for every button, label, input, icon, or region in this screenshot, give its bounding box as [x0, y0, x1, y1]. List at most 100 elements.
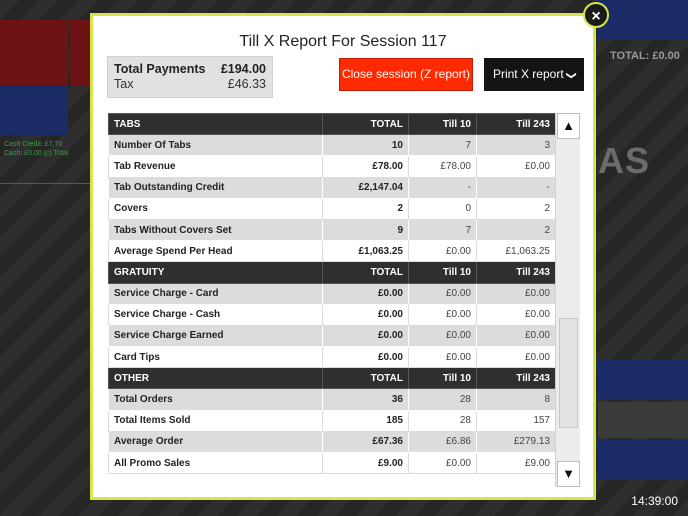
- row-value: 2: [322, 197, 409, 220]
- row-label: Average Order: [108, 430, 323, 454]
- table-row: All Promo Sales £9.00 £0.00 £9.00: [108, 451, 555, 475]
- row-value: £0.00: [476, 282, 555, 305]
- row-value: 3: [476, 134, 555, 157]
- table-row: Service Charge - Cash £0.00 £0.00 £0.00: [108, 303, 555, 326]
- row-value: 2: [476, 197, 555, 220]
- report-table-container[interactable]: TABS TOTAL Till 10 Till 243 Number Of Tabs 10…: [108, 113, 555, 490]
- table-row: Service Charge Earned £0.00 £0.00 £0.00: [108, 324, 555, 348]
- close-icon[interactable]: ×: [583, 2, 609, 28]
- row-value: 0: [408, 197, 477, 220]
- summary-box: Total Payments £194.00 Tax £46.33: [107, 56, 273, 98]
- header-cell: Till 10: [408, 367, 477, 390]
- row-value: -: [408, 176, 477, 199]
- print-button-label: Print X report: [492, 67, 564, 81]
- row-value: £0.00: [476, 155, 555, 178]
- row-value: £279.13: [476, 430, 555, 454]
- row-value: 7: [408, 134, 477, 157]
- row-value: 9: [322, 218, 409, 242]
- close-session-button[interactable]: Close session (Z report): [339, 58, 473, 91]
- row-label: Total Items Sold: [108, 409, 323, 432]
- row-value: £0.00: [322, 346, 409, 369]
- header-cell: OTHER: [108, 367, 323, 390]
- print-x-report-button[interactable]: Print X report ❯: [484, 58, 584, 91]
- header-cell: Till 243: [476, 261, 555, 284]
- row-value: £0.00: [408, 303, 477, 326]
- table-row: Tabs Without Covers Set 9 7 2: [108, 218, 555, 242]
- row-value: 28: [408, 388, 477, 411]
- row-value: £0.00: [408, 451, 477, 475]
- row-value: £2,147.04: [322, 176, 409, 199]
- scrollbar[interactable]: ▲ ▼: [555, 113, 580, 487]
- scroll-down-icon[interactable]: ▼: [557, 461, 580, 487]
- row-value: £0.00: [408, 324, 477, 348]
- header-cell: Till 10: [408, 261, 477, 284]
- row-label: Total Orders: [108, 388, 323, 411]
- row-value: 10: [322, 134, 409, 157]
- row-value: £67.36: [322, 430, 409, 454]
- bg-tile: [70, 20, 90, 85]
- table-row: Tab Outstanding Credit £2,147.04- -: [108, 176, 555, 199]
- row-value: £9.00: [476, 451, 555, 475]
- row-label: Average Spend Per Head: [108, 240, 323, 263]
- header-cell: TABS: [108, 113, 323, 136]
- row-value: £0.00: [476, 303, 555, 326]
- row-value: 8: [476, 388, 555, 411]
- row-label: Service Charge - Cash: [108, 303, 323, 326]
- row-value: £0.00: [408, 282, 477, 305]
- scroll-up-icon[interactable]: ▲: [557, 113, 580, 139]
- row-value: 7: [408, 218, 477, 242]
- section-header: TABS TOTAL Till 10 Till 243: [108, 113, 555, 136]
- row-label: Tab Revenue: [108, 155, 323, 178]
- tax-value: £46.33: [227, 77, 266, 91]
- section-header: OTHER TOTAL Till 10 Till 243: [108, 367, 555, 390]
- report-table: TABS TOTAL Till 10 Till 243 Number Of Tabs 10…: [108, 113, 555, 475]
- row-value: £0.00: [322, 303, 409, 326]
- row-value: £78.00: [322, 155, 409, 178]
- row-label: Number Of Tabs: [108, 134, 323, 157]
- row-value: 28: [408, 409, 477, 432]
- total-payments-label: Total Payments: [114, 62, 206, 76]
- row-value: £1,063.25: [322, 240, 409, 263]
- bg-tile: [598, 360, 688, 400]
- row-value: £0.00: [322, 282, 409, 305]
- row-label: Service Charge Earned: [108, 324, 323, 348]
- row-value: £78.00: [408, 155, 477, 178]
- header-cell: TOTAL: [322, 261, 409, 284]
- table-row: Average Spend Per Head £1,063.25 £0.00 £1,0…: [108, 240, 555, 263]
- scroll-thumb[interactable]: [559, 318, 578, 428]
- total-payments-value: £194.00: [220, 62, 266, 76]
- header-cell: TOTAL: [322, 113, 409, 136]
- bg-tile: [598, 0, 688, 40]
- clock: 14:39:00: [631, 494, 678, 508]
- row-label: All Promo Sales: [108, 451, 323, 475]
- row-value: -: [476, 176, 555, 199]
- bg-tile: [0, 20, 68, 85]
- row-value: 185: [322, 409, 409, 432]
- table-row: Covers 2 0 2: [108, 197, 555, 220]
- row-value: £6.86: [408, 430, 477, 454]
- row-value: £0.00: [476, 346, 555, 369]
- background-total: TOTAL: £0.00: [610, 50, 680, 62]
- table-row: Average Order £67.36 £6.86 £279.13: [108, 430, 555, 454]
- bg-tile: [0, 85, 68, 135]
- bg-tile: [598, 402, 688, 438]
- table-row: Number Of Tabs 10 7 3: [108, 134, 555, 157]
- chevron-down-icon: ❯: [565, 71, 577, 80]
- row-label: Covers: [108, 197, 323, 220]
- row-value: £0.00: [476, 324, 555, 348]
- x-report-modal: Till X Report For Session 117 Total Paym…: [90, 13, 596, 500]
- row-value: £0.00: [408, 240, 477, 263]
- row-value: 2: [476, 218, 555, 242]
- table-row: Total Orders 36 28 8: [108, 388, 555, 411]
- row-value: 36: [322, 388, 409, 411]
- row-label: Tabs Without Covers Set: [108, 218, 323, 242]
- header-cell: GRATUITY: [108, 261, 323, 284]
- header-cell: Till 10: [408, 113, 477, 136]
- row-value: £0.00: [408, 346, 477, 369]
- background-status: Cash Credit: £7.70 Cash: £0.00 (c) Total: [4, 141, 69, 157]
- section-header: GRATUITY TOTAL Till 10 Till 243: [108, 261, 555, 284]
- table-row: Total Items Sold 185 28 157: [108, 409, 555, 432]
- table-row: Tab Revenue £78.00 £78.00 £0.00: [108, 155, 555, 178]
- tax-label: Tax: [114, 77, 134, 91]
- header-cell: TOTAL: [322, 367, 409, 390]
